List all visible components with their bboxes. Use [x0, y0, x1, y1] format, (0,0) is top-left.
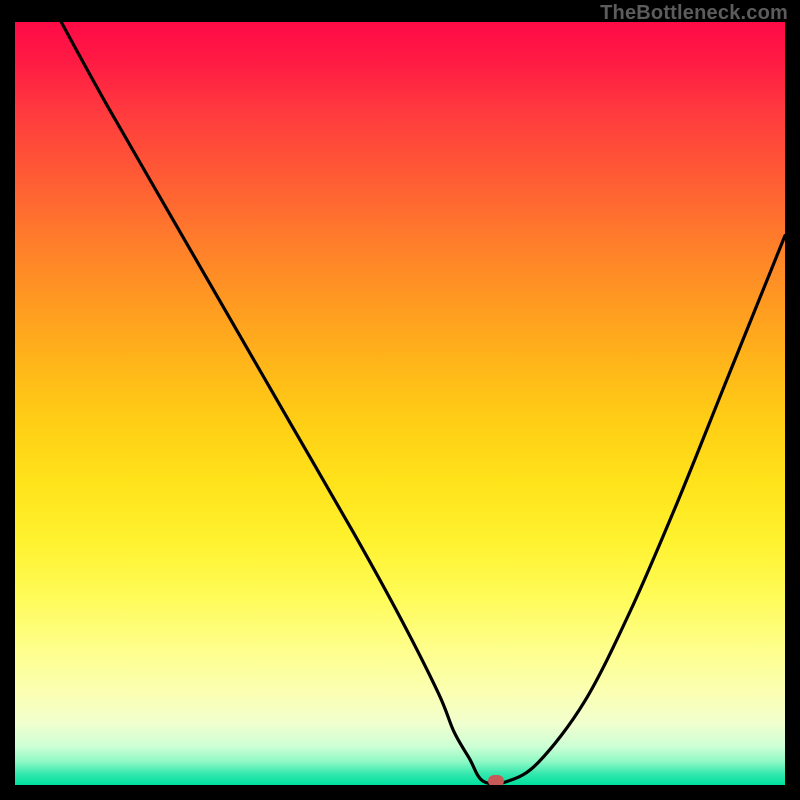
optimal-marker [488, 775, 504, 785]
bottleneck-curve [15, 22, 785, 785]
curve-path [61, 22, 785, 784]
plot-area [15, 22, 785, 785]
chart-frame: TheBottleneck.com [0, 0, 800, 800]
